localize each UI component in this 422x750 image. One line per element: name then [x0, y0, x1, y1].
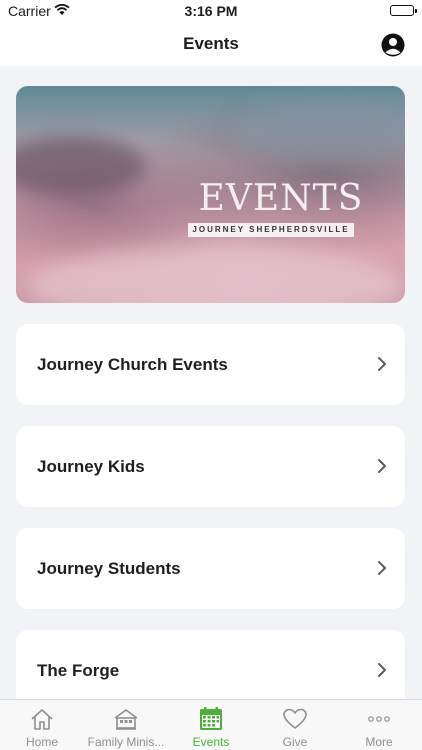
more-icon	[368, 716, 390, 722]
tab-home[interactable]: Home	[0, 700, 84, 750]
profile-button[interactable]	[381, 33, 405, 57]
tab-family-ministries[interactable]: Family Minis...	[84, 700, 168, 750]
calendar-icon	[200, 707, 222, 730]
chevron-right-icon	[378, 459, 386, 473]
card-label: Journey Students	[37, 559, 181, 578]
event-category-card[interactable]: Journey Students	[16, 528, 405, 609]
building-icon	[114, 709, 138, 730]
page-title: Events	[183, 34, 239, 53]
tab-label: Events	[192, 735, 230, 749]
chevron-right-icon	[378, 561, 386, 575]
tab-more[interactable]: More	[337, 700, 421, 750]
battery-icon	[390, 5, 417, 16]
banner-subtitle: JOURNEY SHEPHERDSVILLE	[188, 223, 354, 237]
status-bar: Carrier 3:16 PM	[0, 0, 422, 22]
events-banner: EVENTS JOURNEY SHEPHERDSVILLE	[16, 86, 405, 303]
user-icon	[381, 33, 405, 57]
tab-label: Give	[282, 735, 308, 749]
tab-give[interactable]: Give	[253, 700, 337, 750]
tab-label: Family Minis...	[87, 735, 165, 749]
tab-events[interactable]: Events	[169, 700, 253, 750]
card-label: The Forge	[37, 661, 120, 680]
navigation-bar: Events	[0, 22, 422, 66]
home-icon	[31, 709, 53, 730]
card-label: Journey Kids	[37, 457, 145, 476]
chevron-right-icon	[378, 357, 386, 371]
tab-bar: Home Family Minis... Events Give More	[0, 699, 422, 750]
status-time: 3:16 PM	[184, 3, 238, 19]
heart-icon	[283, 708, 307, 729]
card-label: Journey Church Events	[37, 355, 228, 374]
chevron-right-icon	[378, 663, 386, 677]
event-category-card[interactable]: Journey Kids	[16, 426, 405, 507]
tab-label: Home	[25, 735, 58, 749]
banner-title: EVENTS	[198, 178, 364, 219]
tab-label: More	[365, 735, 393, 749]
event-category-card[interactable]: Journey Church Events	[16, 324, 405, 405]
